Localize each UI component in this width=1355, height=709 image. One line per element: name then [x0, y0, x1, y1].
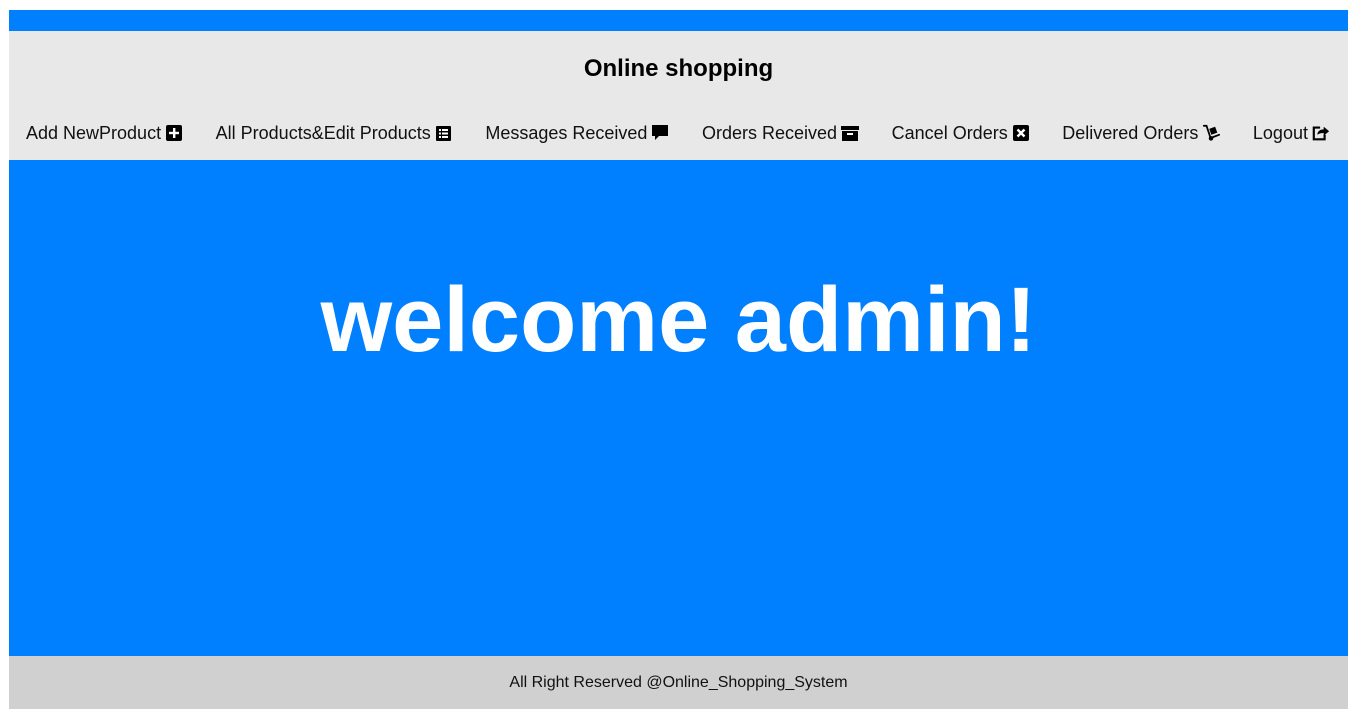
nav-cancel-orders-label: Cancel Orders: [891, 122, 1008, 143]
nav-messages-received-label: Messages Received: [485, 122, 648, 143]
footer: All Right Reserved @Online_Shopping_Syst…: [9, 656, 1348, 709]
nav-all-products[interactable]: All Products&Edit Products: [216, 123, 453, 144]
header: Online shopping Add NewProduct All Produ…: [9, 31, 1348, 160]
footer-copyright: All Right Reserved @Online_Shopping_Syst…: [509, 673, 848, 691]
dolly-icon: [1202, 124, 1221, 142]
nav-delivered-orders[interactable]: Delivered Orders: [1062, 122, 1221, 144]
comment-icon: [651, 124, 669, 142]
nav-logout-label: Logout: [1252, 122, 1308, 143]
nav-bar: Add NewProduct All Products&Edit Product…: [9, 121, 1348, 145]
nav-add-new-product[interactable]: Add NewProduct: [26, 123, 183, 144]
nav-add-new-product-label: Add NewProduct: [26, 122, 162, 143]
nav-orders-received-label: Orders Received: [702, 122, 838, 143]
welcome-banner: welcome admin!: [9, 160, 1348, 656]
close-square-icon: [1012, 124, 1030, 142]
welcome-heading: welcome admin!: [320, 269, 1037, 371]
plus-square-icon: [165, 124, 183, 142]
list-alt-icon: [435, 124, 453, 142]
archive-icon: [841, 124, 860, 142]
nav-all-products-label: All Products&Edit Products: [215, 122, 431, 143]
nav-logout[interactable]: Logout: [1253, 123, 1330, 144]
site-title: Online shopping: [583, 55, 774, 82]
top-accent-bar: [9, 10, 1348, 31]
share-square-icon: [1312, 124, 1330, 142]
page-frame: Online shopping Add NewProduct All Produ…: [9, 10, 1348, 709]
nav-orders-received[interactable]: Orders Received: [702, 122, 860, 144]
nav-delivered-orders-label: Delivered Orders: [1062, 122, 1199, 143]
nav-messages-received[interactable]: Messages Received: [485, 123, 669, 144]
nav-cancel-orders[interactable]: Cancel Orders: [892, 123, 1030, 144]
